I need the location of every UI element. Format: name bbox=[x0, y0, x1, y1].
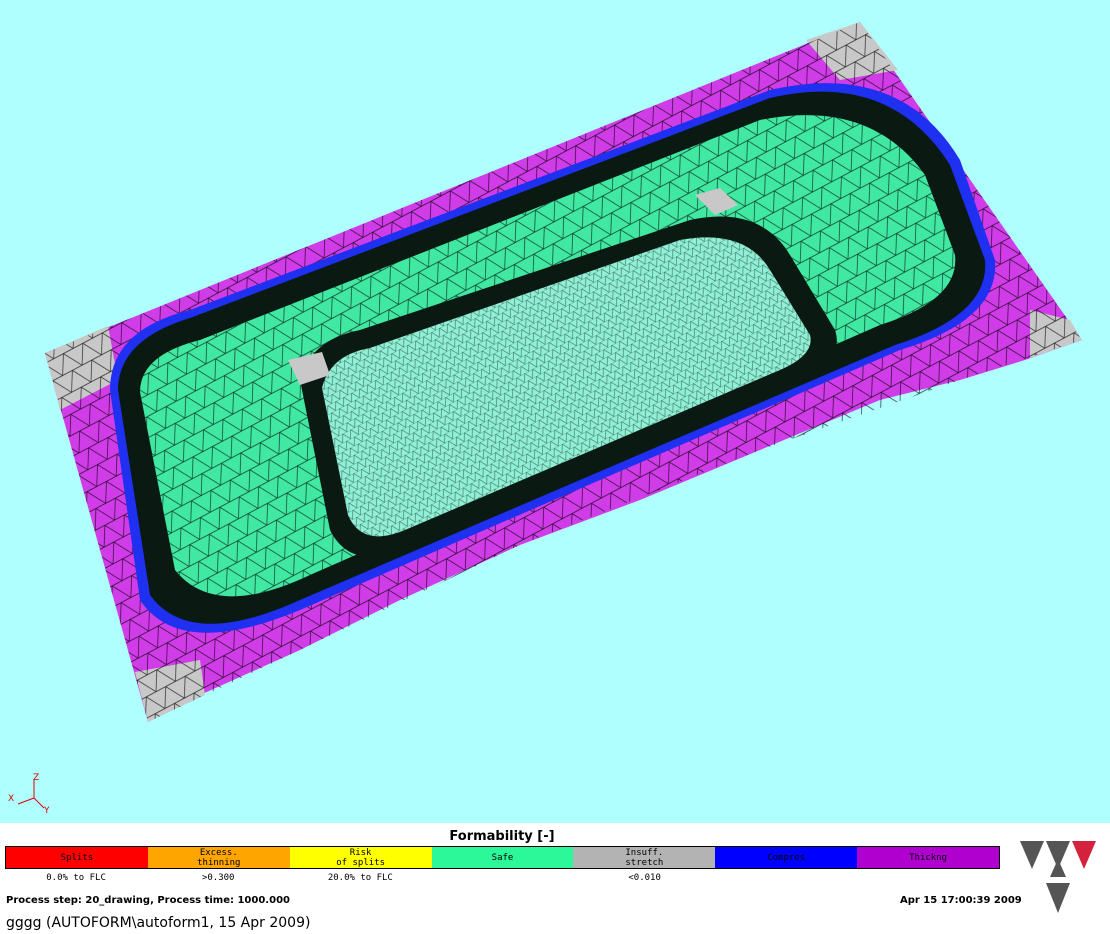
legend-segment-safe: Safe bbox=[431, 847, 574, 868]
legend-segment-compression: Compres bbox=[715, 847, 858, 868]
legend-segment-insufficient-stretch: Insuff. stretch bbox=[573, 847, 716, 868]
legend-panel: Formability [-] Splits Excess. thinning … bbox=[0, 823, 1110, 934]
axis-y-label: Y bbox=[43, 806, 50, 816]
autoform-logo bbox=[1018, 839, 1108, 919]
legend-segment-excess-thinning: Excess. thinning bbox=[147, 847, 290, 868]
legend-segment-risk-of-splits: Risk of splits bbox=[289, 847, 432, 868]
legend-range-splits: 0.0% to FLC bbox=[46, 873, 106, 883]
window-title: gggg (AUTOFORM\autoform1, 15 Apr 2009) bbox=[6, 915, 311, 931]
formability-mesh-view[interactable] bbox=[0, 0, 1110, 823]
axis-x-label: X bbox=[8, 794, 14, 804]
legend-ranges: 0.0% to FLC >0.300 20.0% to FLC <0.010 bbox=[5, 873, 1000, 883]
legend-range-thickening bbox=[858, 873, 1000, 883]
3d-viewport[interactable] bbox=[0, 0, 1110, 823]
process-step-info: Process step: 20_drawing, Process time: … bbox=[6, 895, 290, 906]
legend-range-safe bbox=[431, 873, 573, 883]
legend-range-risk-of-splits: 20.0% to FLC bbox=[327, 873, 393, 883]
timestamp: Apr 15 17:00:39 2009 bbox=[900, 895, 1022, 906]
legend-title: Formability [-] bbox=[449, 829, 555, 844]
legend-range-compression bbox=[716, 873, 858, 883]
legend-segment-splits: Splits bbox=[6, 847, 148, 868]
axis-triad: Z X Y bbox=[6, 770, 56, 818]
legend-segment-thickening: Thickng bbox=[857, 847, 1000, 868]
legend-range-excess-thinning: >0.300 bbox=[201, 873, 235, 883]
legend-range-insufficient-stretch: <0.010 bbox=[628, 873, 661, 883]
legend-color-bar: Splits Excess. thinning Risk of splits S… bbox=[5, 846, 1000, 869]
axis-z-label: Z bbox=[33, 773, 39, 783]
